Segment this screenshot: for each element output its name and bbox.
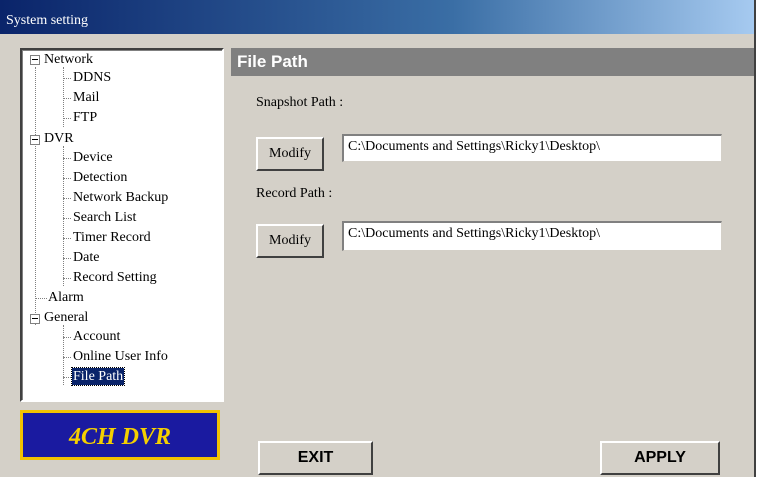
tree-item-search-list[interactable]: Search List xyxy=(73,209,136,226)
apply-button[interactable]: APPLY xyxy=(600,441,720,475)
tree-guide-line xyxy=(35,67,36,325)
tree-guide-line xyxy=(63,325,64,385)
tree-guide-line xyxy=(63,146,64,286)
tree-item-device[interactable]: Device xyxy=(73,149,113,166)
tree-branch xyxy=(63,357,71,358)
tree-item-detection[interactable]: Detection xyxy=(73,169,127,186)
panel-header: File Path xyxy=(231,48,754,76)
tree-branch xyxy=(63,158,71,159)
tree-item-network-backup[interactable]: Network Backup xyxy=(73,189,168,206)
tree-item-general[interactable]: General xyxy=(44,309,88,326)
collapse-icon[interactable] xyxy=(30,314,40,324)
tree-branch xyxy=(63,238,71,239)
tree-branch xyxy=(63,278,71,279)
tree-branch xyxy=(63,377,71,378)
system-setting-window: System setting Network DDNS Mail FTP DVR… xyxy=(0,0,754,477)
window-border xyxy=(754,0,761,477)
exit-button[interactable]: EXIT xyxy=(258,441,373,475)
tree-item-online-user-info[interactable]: Online User Info xyxy=(73,348,168,365)
logo-text: 4CH DVR xyxy=(68,424,172,450)
tree-item-mail[interactable]: Mail xyxy=(73,89,99,106)
tree-item-network[interactable]: Network xyxy=(44,51,93,68)
tree-branch xyxy=(63,98,71,99)
tree-branch xyxy=(63,78,71,79)
panel-title: File Path xyxy=(237,52,308,71)
tree-branch xyxy=(63,258,71,259)
tree-item-date[interactable]: Date xyxy=(73,249,99,266)
record-path-label: Record Path : xyxy=(256,186,333,201)
tree-item-alarm[interactable]: Alarm xyxy=(48,289,84,306)
record-path-field[interactable]: C:\Documents and Settings\Ricky1\Desktop… xyxy=(342,221,722,251)
tree-branch xyxy=(63,198,71,199)
snapshot-path-field[interactable]: C:\Documents and Settings\Ricky1\Desktop… xyxy=(342,134,722,162)
collapse-icon[interactable] xyxy=(30,55,40,65)
title-bar: System setting xyxy=(0,0,754,34)
tree-branch xyxy=(35,298,47,299)
dvr-logo: 4CH DVR xyxy=(20,410,220,460)
tree-item-file-path[interactable]: File Path xyxy=(70,367,126,386)
collapse-icon[interactable] xyxy=(30,135,40,145)
tree-branch xyxy=(63,218,71,219)
snapshot-path-label: Snapshot Path : xyxy=(256,95,344,110)
modify-snapshot-button[interactable]: Modify xyxy=(256,137,324,171)
tree-branch xyxy=(63,118,71,119)
tree-item-timer-record[interactable]: Timer Record xyxy=(73,229,151,246)
tree-branch xyxy=(63,178,71,179)
tree-item-record-setting[interactable]: Record Setting xyxy=(73,269,157,286)
tree-branch xyxy=(63,337,71,338)
tree-item-ftp[interactable]: FTP xyxy=(73,109,97,126)
modify-record-button[interactable]: Modify xyxy=(256,224,324,258)
tree-item-ddns[interactable]: DDNS xyxy=(73,69,111,86)
settings-tree[interactable]: Network DDNS Mail FTP DVR Device Detecti… xyxy=(20,48,224,402)
window-title: System setting xyxy=(6,13,89,28)
tree-item-dvr[interactable]: DVR xyxy=(44,130,74,147)
tree-item-account[interactable]: Account xyxy=(73,328,120,345)
